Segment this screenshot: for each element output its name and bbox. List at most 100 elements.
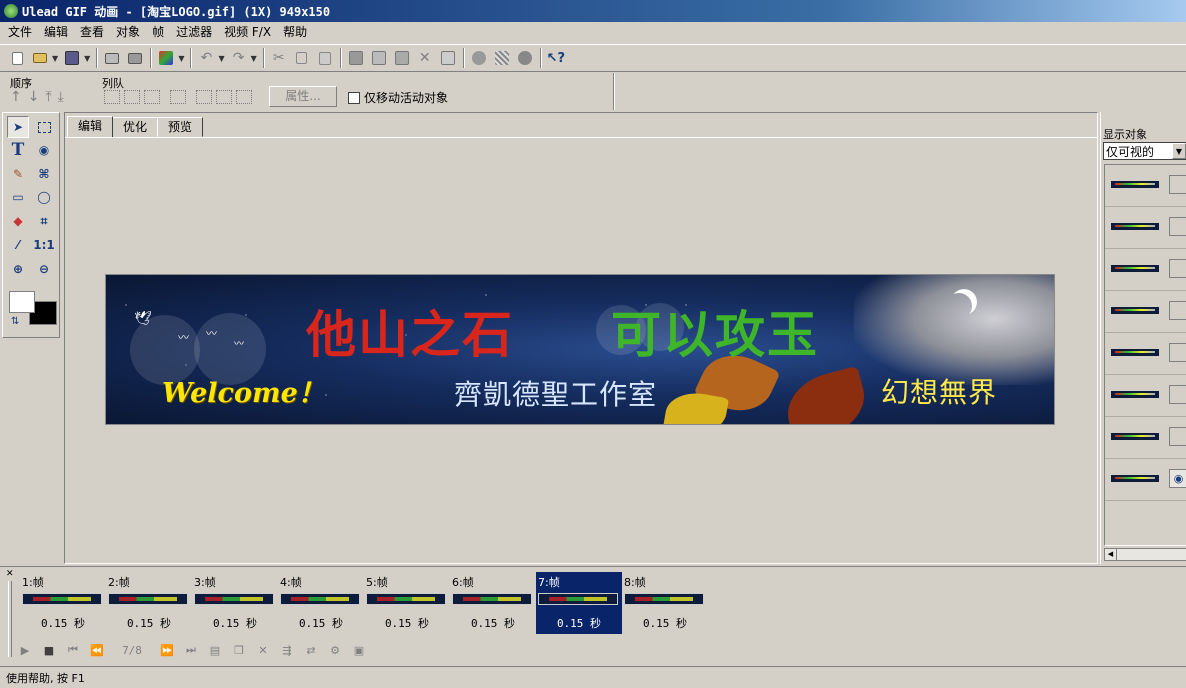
- frame-delay[interactable]: 0.15 秒: [106, 615, 192, 631]
- align-distribute-icon[interactable]: [236, 90, 252, 104]
- foreground-color-swatch[interactable]: [9, 291, 35, 313]
- context-help-button[interactable]: ↖?: [545, 47, 567, 69]
- fill-tool[interactable]: ◆: [7, 210, 29, 232]
- pick-tool[interactable]: ➤: [7, 116, 29, 138]
- next-frame-icon[interactable]: ⏩: [156, 640, 178, 660]
- object-row[interactable]: [1105, 249, 1186, 291]
- layer-button[interactable]: [368, 47, 390, 69]
- scroll-left-icon[interactable]: ◀: [1105, 549, 1117, 560]
- frame-thumbnail-8[interactable]: 8:帧 0.15 秒: [622, 572, 708, 634]
- visibility-toggle[interactable]: [1169, 259, 1186, 278]
- frame-delay[interactable]: 0.15 秒: [192, 615, 278, 631]
- cut-button[interactable]: ✂: [268, 47, 290, 69]
- play-icon[interactable]: ▶: [14, 640, 36, 660]
- eyedropper-tool[interactable]: ⁄: [7, 234, 29, 256]
- first-frame-icon[interactable]: ⏮: [62, 640, 84, 660]
- frame-delay[interactable]: 0.15 秒: [450, 615, 536, 631]
- save-button[interactable]: [61, 47, 83, 69]
- frame-thumbnail-4[interactable]: 4:帧 0.15 秒: [278, 572, 364, 634]
- delete-frame-icon[interactable]: ✕: [252, 640, 274, 660]
- frame-thumbnail-7[interactable]: 7:帧 0.15 秒: [536, 572, 622, 634]
- object-row[interactable]: [1105, 417, 1186, 459]
- move-active-only-option[interactable]: 仅移动活动对象: [348, 89, 448, 106]
- align-center-icon[interactable]: [124, 90, 140, 104]
- add-frame-icon[interactable]: ▤: [204, 640, 226, 660]
- visibility-toggle[interactable]: [1169, 427, 1186, 446]
- marquee-tool[interactable]: [33, 116, 55, 138]
- tab-optimize[interactable]: 优化: [112, 117, 159, 137]
- frame-delay[interactable]: 0.15 秒: [622, 615, 708, 631]
- align-top-icon[interactable]: [170, 90, 186, 104]
- frame-properties-icon[interactable]: ⚙: [324, 640, 346, 660]
- move-top-icon[interactable]: ⤒: [45, 89, 51, 105]
- align-middle-icon[interactable]: [196, 90, 212, 104]
- move-bottom-icon[interactable]: ⤓: [58, 89, 64, 105]
- chevron-down-icon[interactable]: ▼: [1172, 143, 1186, 159]
- object-row[interactable]: [1105, 333, 1186, 375]
- visibility-toggle[interactable]: [1169, 175, 1186, 194]
- redo-dropdown-icon[interactable]: ▼: [251, 54, 257, 63]
- close-icon[interactable]: ✕: [6, 569, 14, 579]
- export-button[interactable]: [514, 47, 536, 69]
- align-right-icon[interactable]: [144, 90, 160, 104]
- menu-file[interactable]: 文件: [2, 22, 38, 42]
- zoom-in-tool[interactable]: ⊕: [7, 258, 29, 280]
- tab-preview[interactable]: 预览: [157, 117, 204, 137]
- canvas-area[interactable]: 🕊 〰 〰 〰 他山之石 可以攻玉 Welcome！ 齊凱德聖工作室 幻想無界: [65, 137, 1097, 563]
- duplicate-frame-icon[interactable]: ❐: [228, 640, 250, 660]
- move-down-icon[interactable]: ↓: [28, 89, 40, 105]
- frame-thumbnail-3[interactable]: 3:帧 0.15 秒: [192, 572, 278, 634]
- visibility-toggle[interactable]: [1169, 301, 1186, 320]
- menu-object[interactable]: 对象: [110, 22, 146, 42]
- image-button[interactable]: [391, 47, 413, 69]
- previous-frame-icon[interactable]: ⏪: [86, 640, 108, 660]
- object-row[interactable]: [1105, 165, 1186, 207]
- crop-tool[interactable]: ⌗: [33, 210, 55, 232]
- tween-icon[interactable]: ⇶: [276, 640, 298, 660]
- actual-size-tool[interactable]: 1:1: [33, 234, 55, 256]
- object-row[interactable]: ◉: [1105, 459, 1186, 501]
- tab-edit[interactable]: 编辑: [67, 116, 114, 138]
- optimize-button[interactable]: [491, 47, 513, 69]
- frame-panel-options-icon[interactable]: ▣: [348, 640, 370, 660]
- menu-edit[interactable]: 编辑: [38, 22, 74, 42]
- open-button[interactable]: [29, 47, 51, 69]
- paste-button[interactable]: [314, 47, 336, 69]
- text-tool[interactable]: T: [7, 139, 29, 161]
- object-row[interactable]: [1105, 207, 1186, 249]
- delete-button[interactable]: ✕: [414, 47, 436, 69]
- object-row[interactable]: [1105, 291, 1186, 333]
- merge-button[interactable]: [437, 47, 459, 69]
- browser-preview-button[interactable]: [468, 47, 490, 69]
- move-up-icon[interactable]: ↑: [10, 89, 22, 105]
- reverse-frames-icon[interactable]: ⇄: [300, 640, 322, 660]
- object-list-scrollbar[interactable]: ◀: [1104, 548, 1186, 561]
- last-frame-icon[interactable]: ⏭: [180, 640, 202, 660]
- frame-delay[interactable]: 0.15 秒: [20, 615, 106, 631]
- open-dropdown-icon[interactable]: ▼: [52, 54, 58, 63]
- menu-filter[interactable]: 过滤器: [170, 22, 218, 42]
- visibility-toggle[interactable]: [1169, 385, 1186, 404]
- frame-thumbnail-6[interactable]: 6:帧 0.15 秒: [450, 572, 536, 634]
- print-preview-button[interactable]: [124, 47, 146, 69]
- align-bottom-icon[interactable]: [216, 90, 232, 104]
- frame-thumbnail-2[interactable]: 2:帧 0.15 秒: [106, 572, 192, 634]
- frame-delay[interactable]: 0.15 秒: [364, 615, 450, 631]
- wizard-button[interactable]: [155, 47, 177, 69]
- menu-frame[interactable]: 帧: [146, 22, 170, 42]
- visibility-toggle[interactable]: [1169, 343, 1186, 362]
- object-row[interactable]: [1105, 375, 1186, 417]
- play-tool[interactable]: ◉: [33, 139, 55, 161]
- visibility-toggle[interactable]: [1169, 217, 1186, 236]
- frame-thumbnail-1[interactable]: 1:帧 0.15 秒: [20, 572, 106, 634]
- align-left-icon[interactable]: [104, 90, 120, 104]
- eye-icon[interactable]: ◉: [1169, 469, 1186, 488]
- zoom-out-tool[interactable]: ⊖: [33, 258, 55, 280]
- menu-view[interactable]: 查看: [74, 22, 110, 42]
- wizard-dropdown-icon[interactable]: ▼: [178, 54, 184, 63]
- properties-button[interactable]: 属性...: [269, 86, 337, 107]
- brush-tool[interactable]: ✎: [7, 163, 29, 185]
- redo-button[interactable]: ↷: [228, 47, 250, 69]
- panel-grip[interactable]: [8, 581, 12, 657]
- frame-delay[interactable]: 0.15 秒: [536, 615, 622, 631]
